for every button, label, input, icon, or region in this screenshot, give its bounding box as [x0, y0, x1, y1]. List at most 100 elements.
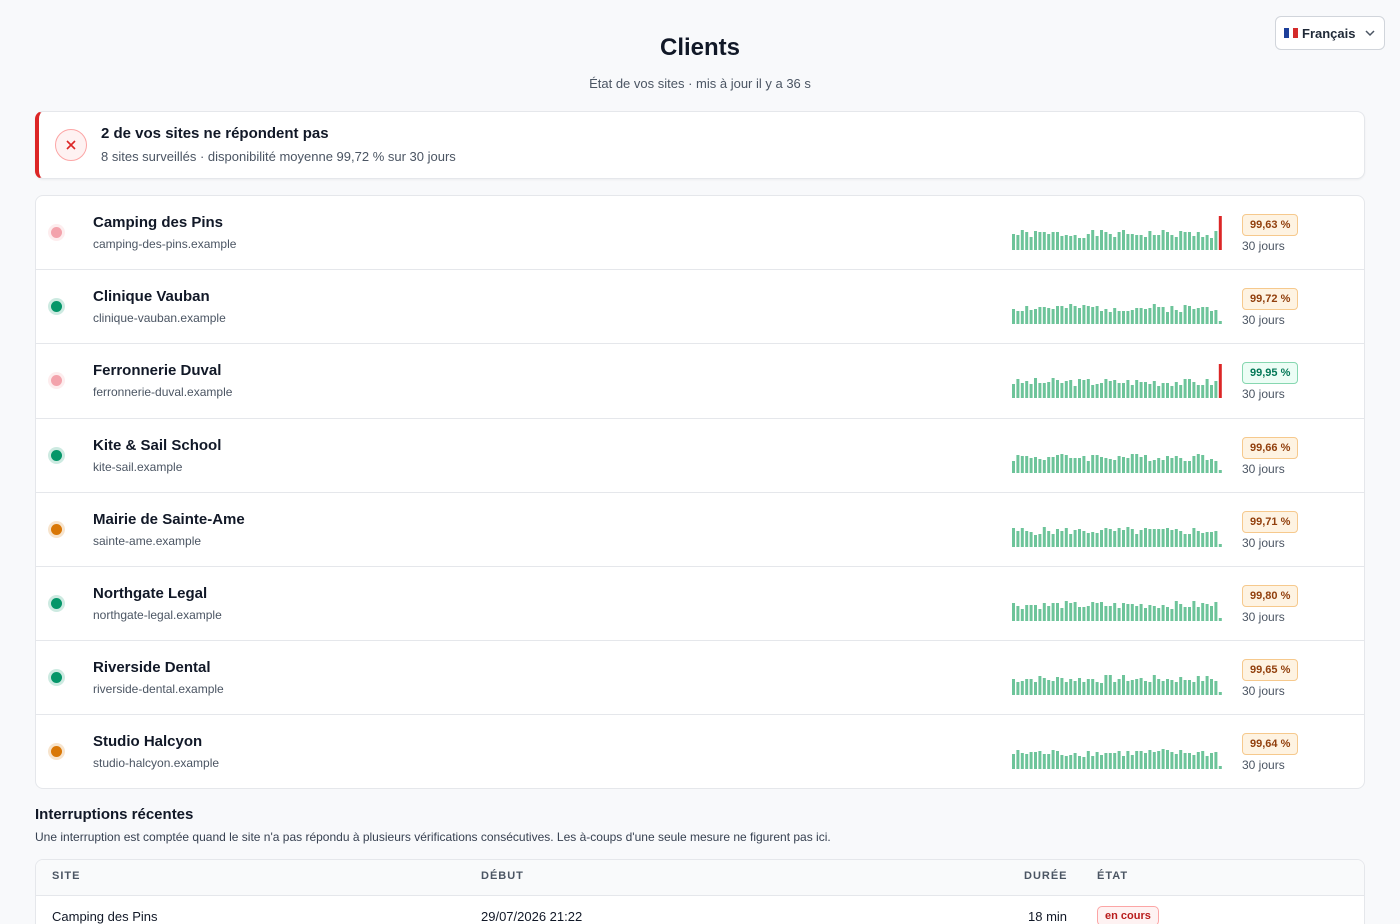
uptime-bar [1183, 379, 1187, 399]
uptime-bar [1166, 606, 1169, 621]
uptime-bar [1214, 681, 1218, 696]
uptime-bar [1069, 533, 1073, 547]
uptime-sparkline [1012, 526, 1222, 547]
uptime-bar [1064, 682, 1068, 696]
uptime-bar [1201, 532, 1205, 547]
site-row[interactable]: Northgate Legal northgate-legal.example … [36, 567, 1364, 642]
uptime-bar [1034, 231, 1037, 250]
uptime-period: 30 jours [1242, 535, 1285, 550]
uptime-bar [1126, 234, 1130, 250]
uptime-bar [1139, 308, 1143, 325]
uptime-bar [1196, 606, 1200, 621]
uptime-sparkline [1012, 216, 1222, 250]
uptime-bar [1135, 679, 1139, 696]
uptime-bar [1073, 386, 1077, 399]
uptime-bar [1210, 238, 1213, 250]
uptime-period: 30 jours [1242, 684, 1285, 699]
uptime-bar [1108, 312, 1112, 325]
uptime-bar [1016, 530, 1020, 547]
uptime-bar [1166, 232, 1169, 250]
status-dot [51, 449, 62, 461]
uptime-bar [1047, 382, 1051, 399]
uptime-badge: 99,65 % [1242, 659, 1299, 682]
uptime-bar [1056, 380, 1059, 399]
uptime-bar [1139, 678, 1143, 696]
alert-title: 2 de vos sites ne répondent pas [101, 125, 329, 142]
site-row[interactable]: Kite & Sail School kite-sail.example 99,… [36, 419, 1364, 493]
uptime-bar [1069, 380, 1073, 399]
site-name: Riverside Dental [93, 659, 211, 677]
site-name: Studio Halcyon [93, 733, 203, 751]
uptime-bar [1029, 679, 1033, 696]
uptime-bar [1144, 753, 1147, 770]
uptime-bar [1108, 528, 1112, 547]
uptime-bar [1148, 604, 1152, 621]
uptime-bar [1152, 752, 1156, 770]
uptime-period: 30 jours [1242, 313, 1285, 328]
uptime-bar [1029, 310, 1033, 325]
site-row[interactable]: Ferronnerie Duval ferronnerie-duval.exam… [36, 344, 1364, 419]
uptime-bar [1016, 311, 1020, 325]
uptime-bar [1095, 384, 1099, 399]
uptime-bar [1113, 237, 1117, 250]
uptime-bar [1095, 454, 1099, 473]
uptime-bar [1104, 527, 1108, 547]
uptime-bar [1038, 232, 1042, 250]
site-row[interactable]: Camping des Pins camping-des-pins.exampl… [36, 196, 1364, 271]
uptime-bar [1196, 752, 1200, 770]
table-row[interactable]: Camping des Pins 29/07/2026 21:22 18 min… [36, 896, 1364, 924]
uptime-bar [1034, 456, 1037, 473]
uptime-bar [1161, 383, 1165, 399]
uptime-bar [1179, 603, 1183, 621]
uptime-bar [1073, 601, 1077, 621]
uptime-bar [1064, 454, 1068, 473]
uptime-bar [1157, 307, 1161, 325]
uptime-bar [1196, 530, 1200, 547]
site-row[interactable]: Riverside Dental riverside-dental.exampl… [36, 641, 1364, 716]
incidents-note: Une interruption est comptée quand le si… [35, 830, 831, 844]
site-row[interactable]: Studio Halcyon studio-halcyon.example 99… [36, 715, 1364, 788]
uptime-bar [1113, 602, 1117, 621]
uptime-bar [1157, 607, 1161, 621]
uptime-bar [1170, 386, 1174, 399]
site-row[interactable]: Clinique Vauban clinique-vauban.example … [36, 270, 1364, 345]
uptime-bar [1034, 752, 1037, 770]
uptime-bar [1166, 527, 1169, 547]
uptime-bar [1205, 676, 1209, 696]
uptime-bar [1020, 527, 1024, 547]
uptime-bar [1042, 232, 1046, 250]
uptime-bar [1064, 600, 1068, 621]
uptime-bar [1214, 752, 1218, 770]
uptime-bar [1082, 380, 1086, 399]
uptime-bar [1016, 682, 1020, 696]
uptime-bar [1196, 453, 1200, 473]
uptime-bar [1060, 678, 1064, 696]
uptime-bar [1029, 531, 1033, 547]
uptime-bar [1161, 604, 1165, 621]
uptime-bar [1218, 543, 1222, 547]
uptime-bar [1029, 457, 1033, 473]
uptime-bar [1122, 529, 1125, 547]
uptime-bar [1047, 530, 1051, 547]
uptime-sparkline [1012, 453, 1222, 473]
uptime-bar [1051, 456, 1055, 473]
uptime-bar [1117, 383, 1121, 399]
uptime-bar [1179, 385, 1183, 399]
site-host: kite-sail.example [93, 459, 183, 474]
uptime-bar [1148, 231, 1152, 250]
uptime-bar [1192, 455, 1196, 473]
uptime-bar [1056, 677, 1059, 696]
uptime-bar [1042, 383, 1046, 399]
uptime-bar [1218, 321, 1222, 325]
uptime-bar [1060, 383, 1064, 399]
uptime-bar [1086, 679, 1090, 696]
site-row[interactable]: Mairie de Sainte-Ame sainte-ame.example … [36, 493, 1364, 567]
uptime-bar [1047, 680, 1051, 696]
uptime-bar [1025, 455, 1029, 473]
uptime-bar [1183, 533, 1187, 547]
uptime-bar [1174, 682, 1178, 696]
uptime-bar [1126, 457, 1130, 473]
uptime-bar [1218, 469, 1222, 473]
uptime-bar [1082, 757, 1086, 770]
uptime-bar [1082, 455, 1086, 473]
